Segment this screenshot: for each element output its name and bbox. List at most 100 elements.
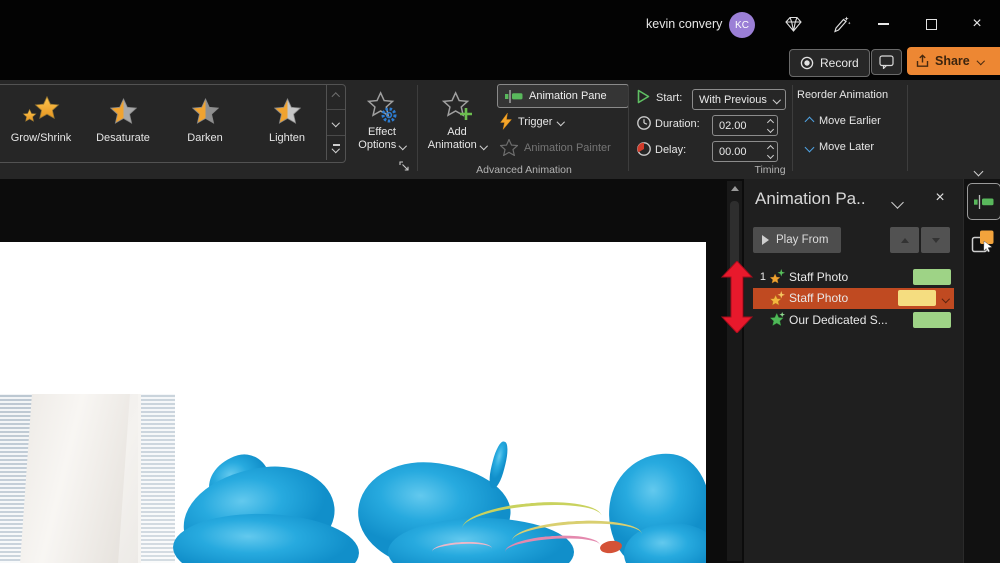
restore-icon — [925, 15, 940, 30]
animation-pane-toggle-button[interactable]: Animation Pane — [497, 84, 629, 108]
animation-item-label: Staff Photo — [789, 291, 849, 306]
collapse-ribbon-button[interactable] — [973, 162, 984, 180]
pen-glyph — [834, 16, 851, 33]
pane-move-down-button[interactable] — [921, 227, 950, 253]
effect-options-label-line1: Effect — [368, 126, 396, 138]
scrollbar-up-icon[interactable] — [730, 186, 739, 191]
reorder-animation-heading: Reorder Animation — [797, 89, 889, 101]
slide[interactable] — [0, 242, 706, 563]
pane-menu-chevron-icon[interactable] — [891, 196, 904, 209]
timing-bar[interactable] — [913, 268, 951, 285]
start-label: Start: — [656, 92, 683, 104]
move-earlier-button[interactable]: Move Earlier — [804, 115, 881, 127]
gallery-more-chevron-icon — [332, 144, 340, 153]
wall-column — [20, 394, 130, 563]
play-from-button[interactable]: Play From — [753, 227, 841, 253]
pane-switcher-strip — [963, 179, 1000, 563]
ink-strand — [486, 440, 511, 490]
pane-close-icon: × — [935, 189, 945, 206]
animation-dialog-launcher[interactable] — [399, 159, 412, 172]
timing-bar[interactable] — [913, 311, 951, 328]
add-animation-label-line2: Animation — [427, 139, 477, 151]
designer-pane-strip-button[interactable] — [970, 228, 997, 255]
trigger-button[interactable]: Trigger — [500, 113, 566, 130]
move-earlier-label: Move Earlier — [819, 115, 881, 127]
record-button[interactable]: Record — [789, 49, 870, 77]
item-dropdown-icon[interactable] — [941, 294, 950, 303]
move-later-label: Move Later — [819, 141, 875, 153]
start-play-icon — [637, 89, 650, 109]
animation-list-item-selected[interactable]: Staff Photo — [753, 287, 954, 309]
animation-pane-panel: Animation Pa.. × Play From 1 Staff Photo… — [744, 179, 963, 563]
animation-painter-button[interactable]: Animation Painter — [500, 139, 611, 156]
animation-pane-title: Animation Pa.. — [755, 189, 866, 208]
darken-star-icon — [191, 94, 219, 128]
delay-clock-icon — [636, 141, 652, 162]
avatar[interactable]: KC — [729, 12, 755, 38]
advanced-animation-group-label: Advanced Animation — [476, 164, 572, 176]
close-button[interactable]: × — [962, 10, 992, 38]
start-dropdown-icon — [772, 95, 781, 104]
share-icon — [916, 54, 929, 67]
slide-vertical-scrollbar[interactable] — [727, 181, 742, 561]
delay-down-icon[interactable] — [766, 151, 774, 159]
add-animation-button[interactable]: Add Animation — [420, 86, 494, 152]
move-later-button[interactable]: Move Later — [804, 141, 875, 153]
duration-down-icon[interactable] — [766, 125, 774, 133]
emphasis-star-icon — [770, 290, 785, 306]
animation-pane-label: Animation Pane — [529, 90, 607, 102]
delay-spinner[interactable]: 00.00 — [712, 141, 778, 162]
pane-close-button[interactable]: × — [928, 186, 952, 210]
play-icon — [762, 235, 769, 245]
gallery-item-darken[interactable]: Darken — [166, 86, 244, 158]
minimize-button[interactable] — [868, 10, 898, 38]
add-animation-icon — [439, 90, 475, 126]
start-dropdown[interactable]: With Previous — [692, 89, 786, 110]
gallery-scroll-up-button[interactable] — [327, 85, 345, 111]
add-animation-label-line1: Add — [447, 126, 467, 138]
gallery-item-label: Grow/Shrink — [10, 132, 72, 144]
timing-group-label: Timing — [754, 164, 786, 176]
share-dropdown-icon — [976, 57, 985, 65]
gallery-scroll-down-button[interactable] — [327, 110, 345, 136]
comments-button[interactable] — [871, 49, 902, 75]
move-down-icon — [931, 237, 940, 243]
designer-strip-icon — [971, 230, 993, 252]
animation-pane-strip-button[interactable] — [967, 183, 1000, 220]
animation-list-item[interactable]: Our Dedicated S... — [753, 309, 954, 331]
editing-canvas: Animation Pa.. × Play From 1 Staff Photo… — [0, 179, 1000, 563]
collapse-ribbon-icon — [973, 166, 984, 177]
gallery-item-desaturate[interactable]: Desaturate — [84, 86, 162, 158]
ribbon-animations-tab: Grow/Shrink Desaturate Darken Lighten Ef… — [0, 80, 1000, 180]
timing-bar[interactable] — [897, 290, 936, 307]
gallery-more-button[interactable] — [327, 136, 345, 160]
add-animation-dropdown-icon — [479, 141, 488, 150]
scroll-up-icon — [332, 93, 340, 102]
premium-diamond-icon[interactable] — [778, 11, 808, 37]
grow-shrink-stars-icon — [21, 94, 61, 128]
animation-list-item[interactable]: 1 Staff Photo — [753, 266, 954, 288]
share-button[interactable]: Share — [907, 47, 1000, 75]
account-user-name[interactable]: kevin convery — [646, 17, 722, 31]
animation-item-label: Our Dedicated S... — [789, 312, 888, 327]
animation-item-label: Staff Photo — [789, 269, 849, 284]
animation-list: 1 Staff Photo Staff Photo Our Dedicated … — [753, 266, 954, 331]
delay-value: 00.00 — [719, 145, 747, 158]
restore-button[interactable] — [916, 10, 946, 38]
avatar-initials: KC — [735, 19, 749, 31]
gallery-item-lighten[interactable]: Lighten — [248, 86, 326, 158]
start-value: With Previous — [699, 93, 767, 106]
animation-painter-label: Animation Painter — [524, 141, 611, 154]
effect-options-button[interactable]: Effect Options — [350, 86, 414, 152]
gallery-item-label: Darken — [187, 132, 223, 144]
pane-move-up-button[interactable] — [890, 227, 919, 253]
window-pane-right — [138, 394, 175, 563]
duration-value: 02.00 — [719, 119, 747, 132]
window-photo[interactable] — [0, 394, 175, 563]
gallery-item-grow-shrink[interactable]: Grow/Shrink — [2, 86, 80, 158]
sparkle-pen-icon[interactable] — [826, 11, 856, 37]
delay-label: Delay: — [655, 144, 687, 156]
duration-spinner[interactable]: 02.00 — [712, 115, 778, 136]
record-label: Record — [820, 56, 859, 70]
reorder-annotation-arrow — [721, 261, 753, 333]
